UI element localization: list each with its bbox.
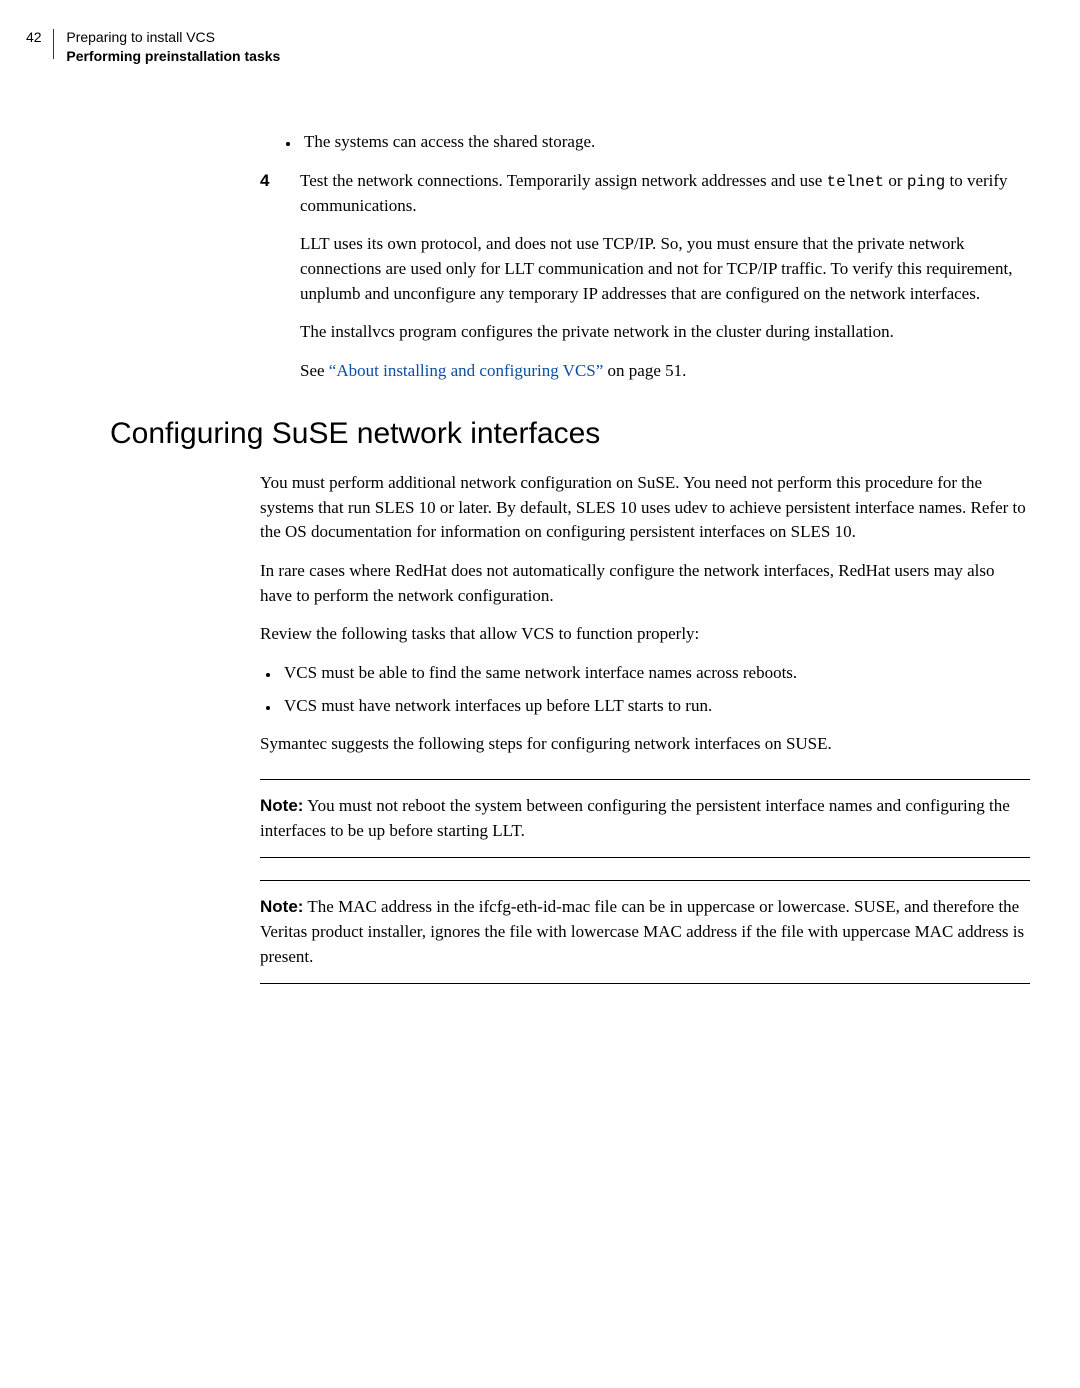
step-paragraph: The installvcs program configures the pr…: [300, 320, 1030, 345]
step-paragraph: LLT uses its own protocol, and does not …: [300, 232, 1030, 306]
procedure-steps: 4 Test the network connections. Temporar…: [260, 169, 1030, 384]
cross-reference-link[interactable]: “About installing and configuring VCS”: [329, 361, 604, 380]
body-bullet-list: VCS must be able to find the same networ…: [280, 661, 1030, 718]
list-item: VCS must be able to find the same networ…: [280, 661, 1030, 686]
step-lead-paragraph: Test the network connections. Temporaril…: [300, 169, 1030, 219]
step-4: 4 Test the network connections. Temporar…: [260, 169, 1030, 384]
chapter-title: Preparing to install VCS: [66, 28, 280, 47]
page: 42 Preparing to install VCS Performing p…: [0, 0, 1080, 1388]
body-paragraph: Symantec suggests the following steps fo…: [260, 732, 1030, 757]
see-reference: See “About installing and configuring VC…: [300, 359, 1030, 384]
note-block: Note: The MAC address in the ifcfg-eth-i…: [260, 880, 1030, 984]
header-titles: Preparing to install VCS Performing prei…: [66, 28, 280, 66]
step-number: 4: [260, 169, 269, 194]
section-title: Performing preinstallation tasks: [66, 47, 280, 66]
note-text: You must not reboot the system between c…: [260, 796, 1010, 840]
page-number: 42: [26, 28, 42, 47]
list-item: The systems can access the shared storag…: [300, 130, 1030, 155]
continuation-bullets: The systems can access the shared storag…: [300, 130, 1030, 155]
note-label: Note:: [260, 897, 303, 916]
header-divider: [53, 29, 54, 59]
list-item: VCS must have network interfaces up befo…: [280, 694, 1030, 719]
body-paragraph: You must perform additional network conf…: [260, 471, 1030, 545]
text-fragment: or: [884, 171, 907, 190]
text-fragment: Test the network connections. Temporaril…: [300, 171, 827, 190]
note-label: Note:: [260, 796, 303, 815]
code-ping: ping: [907, 173, 945, 191]
section-heading-configuring-suse: Configuring SuSE network interfaces: [110, 412, 1030, 456]
note-block: Note: You must not reboot the system bet…: [260, 779, 1030, 858]
text-fragment: on page 51.: [603, 361, 686, 380]
main-content: The systems can access the shared storag…: [260, 130, 1030, 1006]
code-telnet: telnet: [827, 173, 885, 191]
body-paragraph: In rare cases where RedHat does not auto…: [260, 559, 1030, 608]
body-paragraph: Review the following tasks that allow VC…: [260, 622, 1030, 647]
running-header: 42 Preparing to install VCS Performing p…: [26, 28, 280, 66]
text-fragment: See: [300, 361, 329, 380]
note-text: The MAC address in the ifcfg-eth-id-mac …: [260, 897, 1024, 965]
